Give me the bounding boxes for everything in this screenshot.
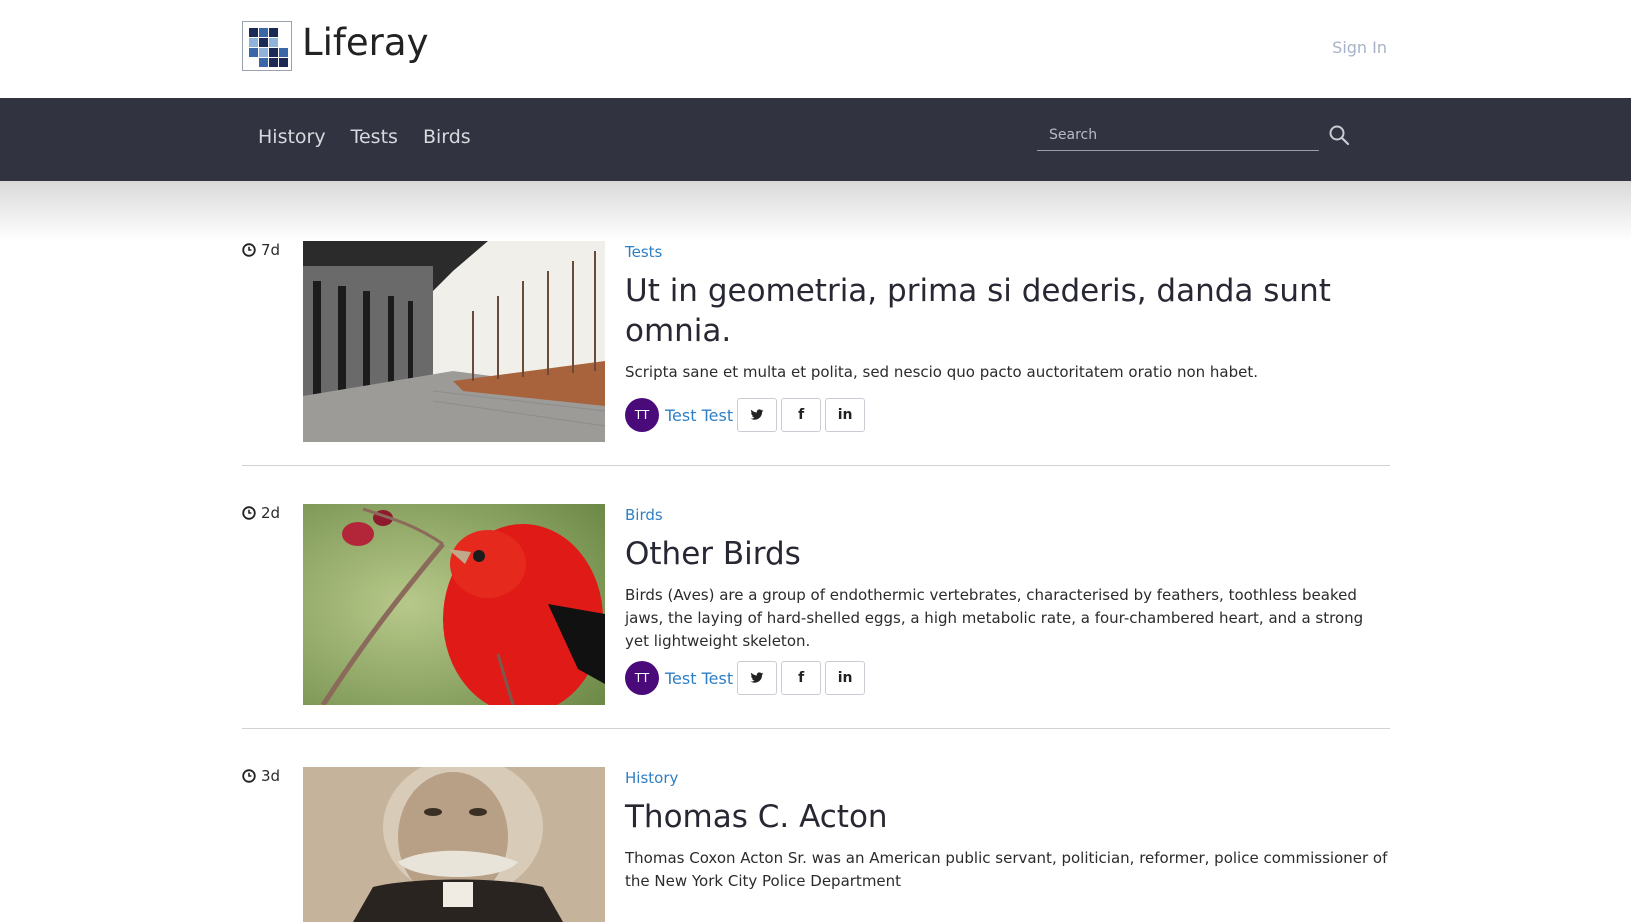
post-category[interactable]: Tests (625, 243, 662, 261)
post-title[interactable]: Other Birds (625, 534, 1390, 574)
linkedin-icon: in (837, 670, 853, 686)
post-body: Tests Ut in geometria, prima si dederis,… (625, 241, 1390, 384)
twitter-share-button[interactable] (737, 398, 778, 432)
post-summary: Scripta sane et multa et polita, sed nes… (625, 363, 1258, 381)
post-meta: TT Test Test f in (625, 398, 866, 432)
linkedin-icon: in (837, 407, 853, 423)
liferay-logo-icon[interactable] (242, 21, 292, 71)
site-title[interactable]: Liferay (302, 18, 428, 68)
twitter-share-button[interactable] (737, 661, 778, 695)
nav-item-history[interactable]: History (258, 126, 326, 148)
header-shadow (0, 181, 1631, 241)
author-link[interactable]: Test Test (665, 669, 733, 688)
post-summary: Thomas Coxon Acton Sr. was an American p… (625, 849, 1388, 890)
post-image-bird[interactable] (303, 504, 605, 705)
site-header: Liferay Sign In (0, 0, 1631, 98)
post-body: Birds Other Birds Birds (Aves) are a gro… (625, 504, 1390, 653)
author-link[interactable]: Test Test (665, 406, 733, 425)
facebook-share-button[interactable]: f (781, 661, 822, 695)
post-divider (242, 728, 1390, 729)
search-icon[interactable] (1328, 124, 1350, 146)
post-image-portrait[interactable] (303, 767, 605, 922)
post-age: 3d (261, 767, 281, 785)
post-age: 2d (261, 504, 281, 522)
linkedin-share-button[interactable]: in (825, 398, 866, 432)
post-meta: TT Test Test f in (625, 661, 866, 695)
nav-menu: History Tests Birds (258, 126, 471, 148)
avatar[interactable]: TT (625, 661, 659, 695)
post-age: 7d (261, 241, 281, 259)
post-date: 3d (242, 767, 280, 785)
post-title[interactable]: Thomas C. Acton (625, 797, 1390, 837)
clock-icon (242, 243, 256, 257)
main-navbar: History Tests Birds (0, 98, 1631, 181)
post-title[interactable]: Ut in geometria, prima si dederis, danda… (625, 271, 1390, 351)
post-category[interactable]: Birds (625, 506, 663, 524)
twitter-icon (750, 672, 764, 683)
post-date: 7d (242, 241, 280, 259)
post-summary: Birds (Aves) are a group of endothermic … (625, 586, 1364, 650)
linkedin-share-button[interactable]: in (825, 661, 866, 695)
post-body: History Thomas C. Acton Thomas Coxon Act… (625, 767, 1390, 893)
clock-icon (242, 769, 256, 783)
sign-in-link[interactable]: Sign In (1332, 38, 1387, 57)
nav-item-birds[interactable]: Birds (423, 126, 471, 148)
search-input[interactable] (1037, 120, 1319, 151)
nav-item-tests[interactable]: Tests (351, 126, 398, 148)
post-category[interactable]: History (625, 769, 678, 787)
search-box (1037, 120, 1319, 152)
avatar[interactable]: TT (625, 398, 659, 432)
clock-icon (242, 506, 256, 520)
twitter-icon (750, 409, 764, 420)
facebook-icon: f (798, 670, 805, 686)
facebook-share-button[interactable]: f (781, 398, 822, 432)
post-date: 2d (242, 504, 280, 522)
post-image-building[interactable] (303, 241, 605, 442)
post-divider (242, 465, 1390, 466)
facebook-icon: f (798, 407, 805, 423)
